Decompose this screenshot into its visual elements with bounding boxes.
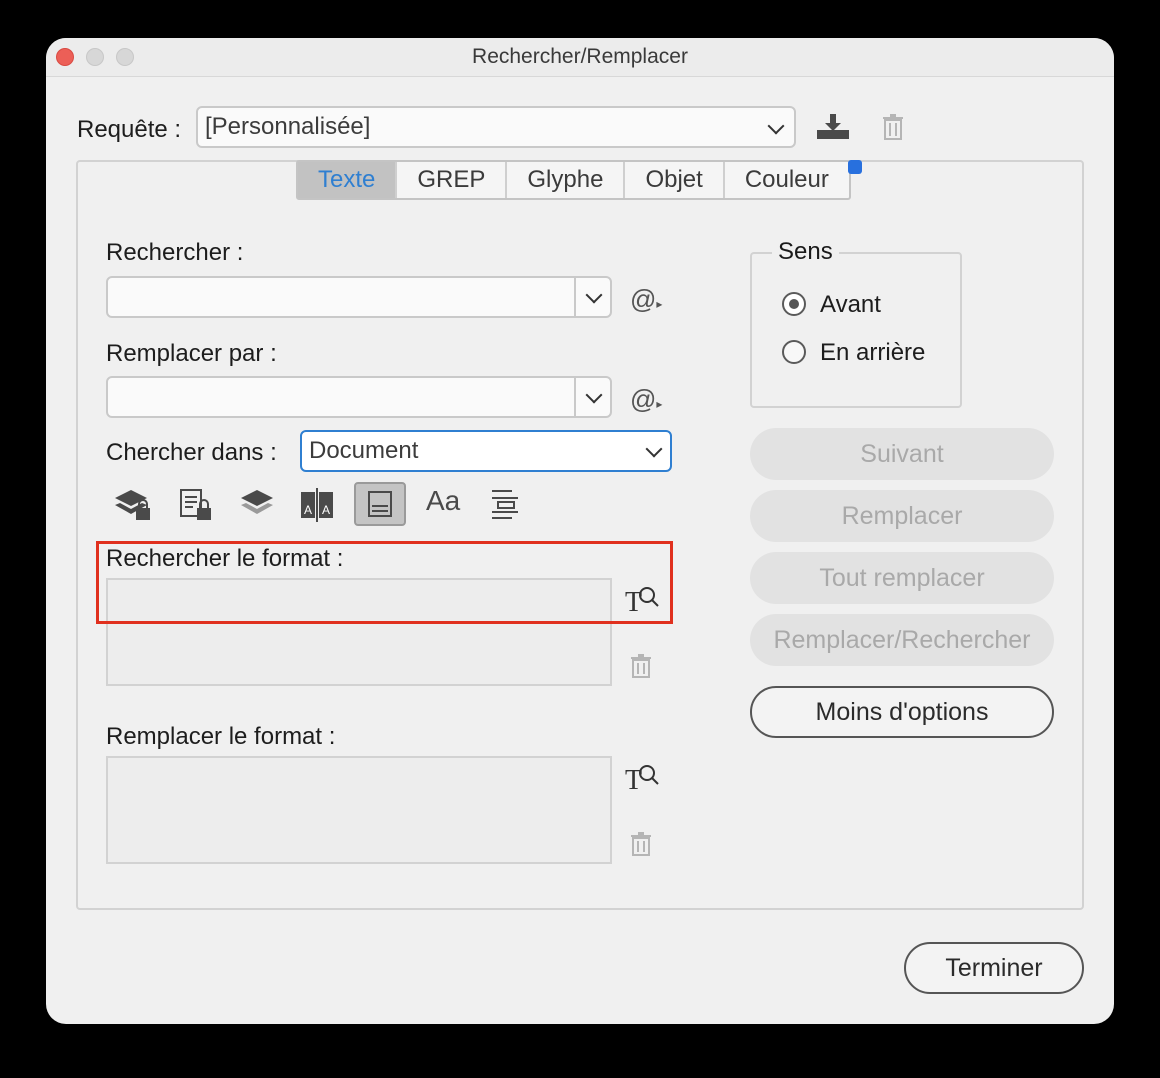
query-label: Requête : xyxy=(77,116,182,143)
search-in-value: Document xyxy=(309,437,419,464)
radio-avant[interactable] xyxy=(782,292,806,316)
replace-label: Remplacer par : xyxy=(106,340,277,367)
tab-texte[interactable]: Texte xyxy=(298,162,398,198)
replace-input[interactable] xyxy=(112,382,571,414)
tab-objet[interactable]: Objet xyxy=(625,162,725,198)
focus-indicator-badge xyxy=(848,160,862,174)
whole-word-icon[interactable] xyxy=(490,488,520,520)
footnotes-icon[interactable] xyxy=(354,482,406,526)
chevron-down-icon xyxy=(767,117,785,135)
case-sensitive-icon[interactable]: Aa xyxy=(426,485,460,517)
specify-replace-format-icon[interactable]: T xyxy=(624,762,660,796)
svg-text:T: T xyxy=(625,587,642,614)
find-combo[interactable] xyxy=(106,276,612,318)
replace-format-box[interactable] xyxy=(106,756,612,864)
replace-combo[interactable] xyxy=(106,376,612,418)
find-label: Rechercher : xyxy=(106,239,244,266)
highlight-box xyxy=(96,541,673,624)
locked-layers-icon[interactable] xyxy=(114,488,152,522)
replace-find-button[interactable]: Remplacer/Rechercher xyxy=(750,614,1054,666)
locked-stories-icon[interactable] xyxy=(179,488,213,522)
hidden-layers-icon[interactable] xyxy=(240,488,274,518)
chevron-down-icon xyxy=(645,440,663,458)
tab-bar: Texte GREP Glyphe Objet Couleur xyxy=(296,160,851,200)
query-value: [Personnalisée] xyxy=(205,113,371,140)
search-in-select[interactable]: Document xyxy=(300,430,672,472)
specify-find-format-icon[interactable]: T xyxy=(624,584,660,618)
radio-avant-label[interactable]: Avant xyxy=(820,291,881,319)
radio-en-arriere[interactable] xyxy=(782,340,806,364)
replace-button[interactable]: Remplacer xyxy=(750,490,1054,542)
tab-glyphe[interactable]: Glyphe xyxy=(507,162,626,198)
special-characters-find-icon[interactable]: @▸ xyxy=(630,284,662,315)
delete-query-icon[interactable] xyxy=(882,114,904,140)
replace-all-button[interactable]: Tout remplacer xyxy=(750,552,1054,604)
radio-en-arriere-label[interactable]: En arrière xyxy=(820,339,925,367)
direction-legend: Sens xyxy=(772,238,839,266)
title-bar: Rechercher/Remplacer xyxy=(46,38,1114,77)
special-characters-replace-icon[interactable]: @▸ xyxy=(630,384,662,415)
chevron-down-icon[interactable] xyxy=(585,386,603,404)
svg-text:A: A xyxy=(322,503,330,517)
direction-group xyxy=(750,252,962,408)
search-in-label: Chercher dans : xyxy=(106,439,277,466)
find-replace-dialog: Rechercher/Remplacer Requête : [Personna… xyxy=(46,38,1114,1024)
svg-text:A: A xyxy=(304,503,312,517)
window-title: Rechercher/Remplacer xyxy=(472,45,688,68)
replace-format-label: Remplacer le format : xyxy=(106,723,336,750)
fewer-options-button[interactable]: Moins d'options xyxy=(750,686,1054,738)
svg-text:T: T xyxy=(625,765,642,792)
clear-find-format-icon[interactable] xyxy=(630,654,652,678)
next-button[interactable]: Suivant xyxy=(750,428,1054,480)
tab-couleur[interactable]: Couleur xyxy=(725,162,849,198)
save-query-icon[interactable] xyxy=(816,114,850,140)
tab-grep[interactable]: GREP xyxy=(397,162,508,198)
master-pages-icon[interactable]: A A xyxy=(299,488,335,522)
done-button[interactable]: Terminer xyxy=(904,942,1084,994)
find-input[interactable] xyxy=(112,282,571,314)
clear-replace-format-icon[interactable] xyxy=(630,832,652,856)
chevron-down-icon[interactable] xyxy=(585,286,603,304)
query-select[interactable]: [Personnalisée] xyxy=(196,106,796,148)
